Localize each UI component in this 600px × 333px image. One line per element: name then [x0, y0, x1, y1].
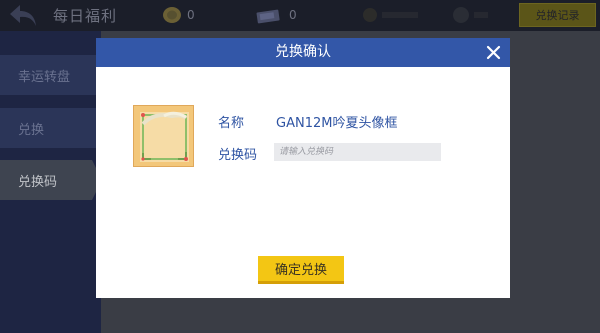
sidebar-item-label: 幸运转盘	[18, 69, 71, 85]
sidebar-item-redeem-code[interactable]: 兑换码	[0, 160, 102, 200]
top-bar: 每日福利 0 0 兑换记录	[0, 0, 600, 31]
sidebar-item-exchange[interactable]: 兑换	[0, 108, 100, 148]
close-icon[interactable]	[486, 45, 501, 60]
back-button[interactable]	[6, 2, 40, 29]
sidebar: 幸运转盘 兑换 兑换码	[0, 31, 102, 333]
redeem-code-input[interactable]	[274, 143, 441, 161]
confirm-exchange-button[interactable]: 确定兑换	[258, 256, 344, 284]
exchange-confirm-dialog: 兑换确认 名称 GAN12M吟夏头像框 兑换码 确定兑换	[96, 38, 510, 298]
dimmed-resource-icon	[363, 8, 418, 22]
exchange-history-button[interactable]: 兑换记录	[519, 3, 596, 27]
sidebar-item-label: 兑换码	[18, 174, 58, 190]
back-arrow-icon	[10, 5, 36, 26]
ticket-icon	[256, 9, 280, 24]
sidebar-item-lucky-wheel[interactable]: 幸运转盘	[0, 55, 100, 95]
avatar-frame-icon	[140, 111, 189, 162]
item-name-value: GAN12M吟夏头像框	[276, 116, 398, 131]
sidebar-item-label: 兑换	[18, 122, 45, 138]
avatar-frame-preview	[133, 105, 194, 167]
name-label: 名称	[218, 116, 245, 131]
redeem-code-label: 兑换码	[218, 148, 258, 163]
page-title: 每日福利	[53, 7, 118, 25]
coin-icon	[163, 7, 181, 23]
dimmed-gem-icon	[453, 7, 488, 23]
ticket-count: 0	[289, 8, 297, 22]
coin-count: 0	[187, 8, 195, 22]
dialog-header: 兑换确认	[96, 38, 510, 67]
dialog-title: 兑换确认	[275, 44, 331, 60]
